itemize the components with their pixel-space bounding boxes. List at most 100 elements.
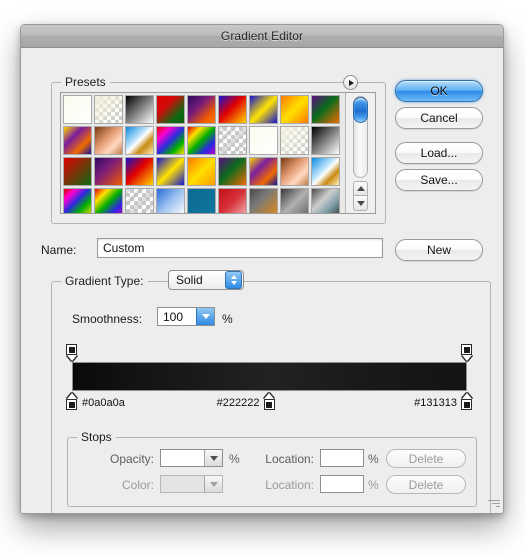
preset-swatch[interactable]	[218, 95, 247, 124]
preset-swatch[interactable]	[94, 157, 123, 186]
color-label: Color:	[121, 478, 154, 492]
smoothness-value: 100	[163, 309, 184, 324]
stops-group-label: Stops	[77, 430, 116, 444]
preset-swatch[interactable]	[311, 157, 340, 186]
preset-swatch[interactable]	[218, 188, 247, 213]
opacity-unit: %	[229, 452, 240, 466]
gradient-type-group: Gradient Type: Solid Smoothness: 100 % #…	[51, 270, 491, 513]
save-button[interactable]: Save...	[395, 169, 483, 191]
swatch-gradient	[157, 127, 184, 154]
swatch-gradient	[250, 96, 277, 123]
color-stop-2[interactable]	[263, 393, 277, 410]
opacity-value	[161, 450, 204, 466]
preset-swatch[interactable]	[94, 95, 123, 124]
resize-grip-icon[interactable]	[486, 496, 500, 510]
preset-swatch[interactable]	[63, 95, 92, 124]
color-stop-2-hex-label: #222222	[216, 397, 260, 409]
preset-swatch[interactable]	[249, 188, 278, 213]
preset-swatch[interactable]	[125, 95, 154, 124]
swatch-gradient	[281, 127, 308, 154]
color-stop-3[interactable]	[461, 393, 474, 410]
chevron-down-glyph	[201, 314, 210, 319]
name-label: Name:	[41, 243, 77, 257]
scrollbar-thumb[interactable]	[353, 97, 368, 123]
name-input[interactable]: Custom	[97, 238, 383, 258]
preset-swatch[interactable]	[280, 188, 309, 213]
ok-button[interactable]: OK	[395, 80, 483, 102]
gradient-preview-bar[interactable]	[72, 362, 467, 391]
opacity-stop-right[interactable]	[461, 344, 474, 361]
opacity-dropdown-icon[interactable]	[204, 450, 222, 466]
preset-swatch[interactable]	[63, 188, 92, 213]
load-button[interactable]: Load...	[395, 142, 483, 164]
chevron-down-icon[interactable]	[196, 308, 214, 325]
preset-swatch[interactable]	[218, 126, 247, 155]
preset-swatch[interactable]	[187, 95, 216, 124]
color-dropdown-icon[interactable]	[204, 476, 222, 492]
swatch-gradient	[64, 158, 91, 185]
preset-swatch[interactable]	[249, 157, 278, 186]
preset-swatch[interactable]	[63, 126, 92, 155]
presets-menu-icon[interactable]	[343, 75, 358, 90]
preset-swatch[interactable]	[187, 126, 216, 155]
opacity-location-input[interactable]	[320, 449, 364, 467]
smoothness-combo[interactable]: 100	[157, 307, 215, 326]
swatch-gradient	[157, 189, 184, 213]
preset-swatch[interactable]	[187, 188, 216, 213]
preset-swatch[interactable]	[218, 157, 247, 186]
preset-swatch[interactable]	[156, 95, 185, 124]
stop-square	[66, 344, 77, 355]
preset-swatch[interactable]	[187, 157, 216, 186]
opacity-input[interactable]	[160, 449, 223, 467]
preset-swatch[interactable]	[280, 95, 309, 124]
preset-swatch[interactable]	[311, 126, 340, 155]
preset-swatch[interactable]	[125, 157, 154, 186]
stop-square	[66, 399, 77, 410]
preset-swatch[interactable]	[249, 95, 278, 124]
gradient-editor-dialog: Gradient Editor Presets OK Cancel Load..…	[20, 24, 504, 514]
preset-swatch[interactable]	[311, 95, 340, 124]
gradient-type-select[interactable]: Solid	[168, 270, 244, 290]
swatch-gradient	[126, 158, 153, 185]
preset-swatch[interactable]	[280, 157, 309, 186]
stop-square	[461, 399, 472, 410]
presets-scrollbar[interactable]	[345, 93, 375, 213]
opacity-stop-left[interactable]	[66, 344, 79, 361]
preset-swatch[interactable]	[94, 188, 123, 213]
arrow-down-icon	[356, 200, 365, 206]
new-button[interactable]: New	[395, 239, 483, 261]
stop-square	[263, 399, 275, 410]
preset-swatch[interactable]	[63, 157, 92, 186]
gradient-type-value: Solid	[176, 273, 203, 287]
gradient-type-label: Gradient Type:	[61, 274, 148, 288]
color-location-input[interactable]	[320, 475, 364, 493]
swatch-gradient	[188, 127, 215, 154]
swatch-gradient	[250, 127, 277, 154]
color-stop-1[interactable]	[66, 393, 79, 410]
swatch-gradient	[312, 96, 339, 123]
preset-swatch[interactable]	[156, 188, 185, 213]
cancel-button[interactable]: Cancel	[395, 107, 483, 129]
preset-swatch[interactable]	[156, 157, 185, 186]
stepper-updown-icon[interactable]	[225, 271, 242, 289]
opacity-delete-button[interactable]: Delete	[386, 449, 466, 468]
stop-pointer	[264, 393, 274, 399]
preset-swatch[interactable]	[280, 126, 309, 155]
scroll-down-button[interactable]	[353, 196, 368, 211]
color-delete-button[interactable]: Delete	[386, 475, 466, 494]
preset-swatch[interactable]	[311, 188, 340, 213]
color-input[interactable]	[160, 475, 223, 493]
swatch-gradient	[95, 127, 122, 154]
preset-swatch[interactable]	[125, 126, 154, 155]
scroll-up-button[interactable]	[353, 181, 368, 196]
preset-swatch[interactable]	[156, 126, 185, 155]
swatch-gradient	[219, 189, 246, 213]
swatch-gradient	[250, 158, 277, 185]
preset-swatch[interactable]	[249, 126, 278, 155]
chevron-down-glyph	[209, 481, 218, 487]
title-bar[interactable]: Gradient Editor	[21, 25, 503, 48]
preset-swatch[interactable]	[94, 126, 123, 155]
color-stop-3-hex-label: #131313	[414, 397, 457, 409]
preset-swatch-grid[interactable]	[61, 93, 345, 213]
preset-swatch[interactable]	[125, 188, 154, 213]
